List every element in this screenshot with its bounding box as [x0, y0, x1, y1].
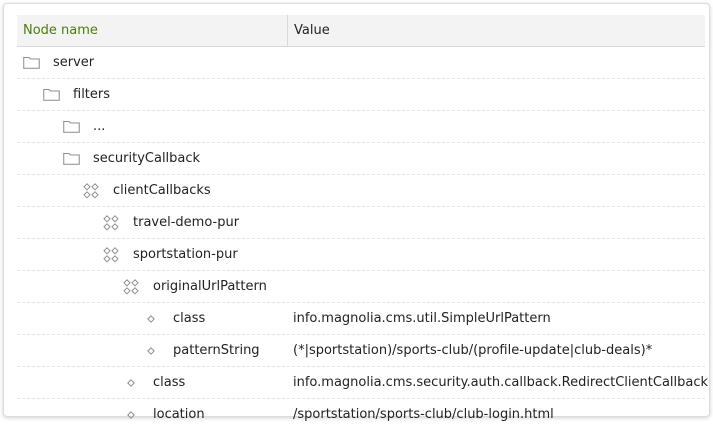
node-name: location: [153, 407, 205, 422]
tree-row[interactable]: server: [17, 47, 705, 79]
folder-icon: [21, 47, 41, 78]
tree-panel: Node name Value server filters... security…: [3, 3, 710, 422]
node-name: clientCallbacks: [113, 183, 211, 198]
column-divider[interactable]: [287, 15, 288, 46]
content-node-icon: [101, 239, 121, 270]
node-value: (*|sportstation)/sports-club/(profile-up…: [293, 343, 653, 358]
folder-icon: [61, 143, 81, 174]
tree-row[interactable]: patternString (*|sportstation)/sports-clu…: [17, 335, 705, 367]
property-icon: [121, 367, 141, 398]
node-value: info.magnolia.cms.security.auth.callback…: [293, 375, 709, 390]
property-icon: [141, 335, 161, 366]
tree-row[interactable]: clientCallbacks: [17, 175, 705, 207]
tree-row[interactable]: filters: [17, 79, 705, 111]
node-name: securityCallback: [93, 151, 201, 166]
content-node-icon: [121, 271, 141, 302]
node-name: sportstation-pur: [133, 247, 238, 262]
tree-row[interactable]: class info.magnolia.cms.security.auth.cal…: [17, 367, 709, 399]
tree-row[interactable]: ...: [17, 111, 705, 143]
content-node-icon: [101, 207, 121, 238]
node-name: filters: [73, 87, 111, 102]
node-name: travel-demo-pur: [133, 215, 240, 230]
node-name: server: [53, 55, 95, 70]
content-node-icon: [81, 175, 101, 206]
tree-row[interactable]: securityCallback: [17, 143, 705, 175]
table-body: server filters... securityCallback clientCa…: [17, 47, 709, 430]
tree-row[interactable]: travel-demo-pur: [17, 207, 705, 239]
property-icon: [141, 303, 161, 334]
node-name: ...: [93, 119, 106, 134]
node-name: class: [153, 375, 186, 390]
node-value: info.magnolia.cms.util.SimpleUrlPattern: [293, 311, 551, 326]
column-header-node-name[interactable]: Node name: [23, 15, 98, 46]
tree-row[interactable]: class info.magnolia.cms.util.SimpleUrlPat…: [17, 303, 705, 335]
node-value: /sportstation/sports-club/club-login.htm…: [293, 407, 554, 422]
column-header-value[interactable]: Value: [294, 15, 330, 46]
tree-row[interactable]: location/sportstation/sports-club/club-l…: [17, 399, 705, 430]
tree-row[interactable]: originalUrlPattern: [17, 271, 705, 303]
folder-icon: [61, 111, 81, 142]
folder-icon: [41, 79, 61, 110]
node-name: class: [173, 311, 206, 326]
property-icon: [121, 399, 141, 430]
tree-row[interactable]: sportstation-pur: [17, 239, 705, 271]
node-name: patternString: [173, 343, 260, 358]
node-name: originalUrlPattern: [153, 279, 267, 294]
node-tree-table: Node name Value server filters... security…: [17, 15, 709, 430]
table-header: Node name Value: [17, 15, 705, 47]
